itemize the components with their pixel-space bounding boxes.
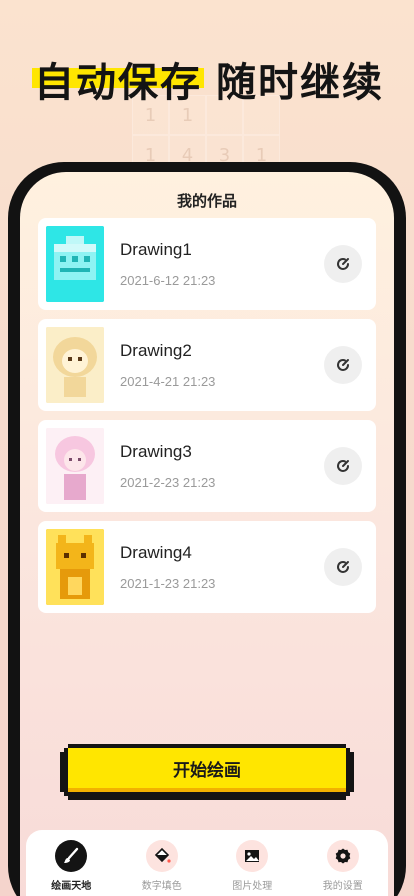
tab-bar: 绘画天地 数字填色 图片处理 我的设置 — [26, 830, 388, 896]
app-screen: 我的作品 Drawing1 2021-6-12 21:23 Drawing2 2… — [20, 172, 394, 896]
tab-drawing-world[interactable]: 绘画天地 — [36, 840, 106, 892]
edit-icon — [337, 257, 349, 270]
work-card-4[interactable]: Drawing4 2021-1-23 21:23 — [38, 521, 376, 613]
headline-left: 自动保存 — [30, 50, 206, 108]
work-date: 2021-6-12 21:23 — [120, 273, 216, 288]
tab-label: 数字填色 — [141, 881, 182, 892]
work-thumbnail — [46, 529, 104, 605]
work-name: Drawing2 — [120, 341, 192, 360]
start-drawing-button[interactable]: 开始绘画 — [60, 744, 354, 800]
tab-image-processing[interactable]: 图片处理 — [217, 840, 287, 892]
work-name: Drawing3 — [120, 442, 192, 461]
edit-button[interactable] — [324, 245, 362, 283]
tab-number-fill[interactable]: 数字填色 — [127, 840, 197, 892]
work-date: 2021-1-23 21:23 — [120, 576, 216, 591]
tab-label: 绘画天地 — [51, 881, 92, 892]
tab-label: 我的设置 — [322, 881, 363, 892]
page-title: 我的作品 — [176, 192, 237, 210]
edit-icon — [337, 358, 349, 371]
work-date: 2021-2-23 21:23 — [120, 475, 216, 490]
work-name: Drawing1 — [120, 240, 192, 259]
start-button-label: 开始绘画 — [68, 748, 346, 792]
image-icon — [236, 840, 269, 872]
tab-my-settings[interactable]: 我的设置 — [308, 840, 378, 892]
edit-button[interactable] — [324, 346, 362, 384]
work-name: Drawing4 — [120, 543, 192, 562]
brush-icon — [55, 840, 88, 872]
work-card-2[interactable]: Drawing2 2021-4-21 21:23 — [38, 319, 376, 411]
paint-bucket-icon — [145, 840, 178, 872]
work-thumbnail — [46, 428, 104, 504]
edit-icon — [337, 560, 349, 573]
work-date: 2021-4-21 21:23 — [120, 374, 216, 389]
edit-icon — [337, 459, 349, 472]
work-thumbnail — [46, 327, 104, 403]
edit-button[interactable] — [324, 548, 362, 586]
headline-right: 随时继续 — [216, 60, 384, 106]
edit-button[interactable] — [324, 447, 362, 485]
gear-icon — [326, 840, 359, 872]
work-card-3[interactable]: Drawing3 2021-2-23 21:23 — [38, 420, 376, 512]
work-card-1[interactable]: Drawing1 2021-6-12 21:23 — [38, 218, 376, 310]
tab-label: 图片处理 — [232, 881, 273, 892]
work-thumbnail — [46, 226, 104, 302]
